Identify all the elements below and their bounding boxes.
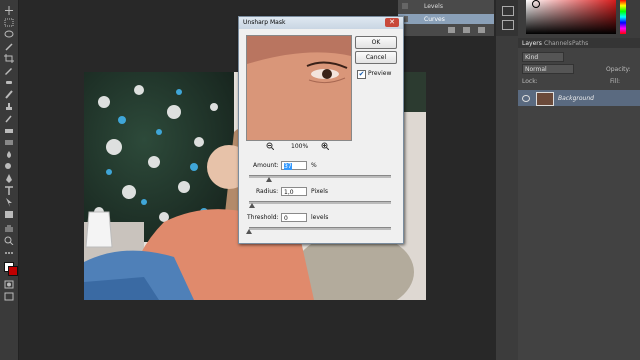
radius-label: Radius: <box>256 188 279 195</box>
threshold-unit: levels <box>311 214 329 221</box>
tab-paths[interactable]: Paths <box>572 40 588 47</box>
history-item-selected[interactable]: Curves <box>398 14 494 24</box>
dodge-tool-icon[interactable] <box>4 162 14 171</box>
blend-mode-dropdown[interactable]: Normal <box>522 64 574 74</box>
history-brush-tool-icon[interactable] <box>4 114 14 123</box>
unsharp-mask-dialog: Unsharp Mask ✕ OK Cancel ✔ Preview 100% … <box>238 16 404 244</box>
shape-tool-icon[interactable] <box>4 210 14 219</box>
hand-tool-icon[interactable] <box>4 224 14 233</box>
amount-unit: % <box>311 162 317 169</box>
brush-tool-icon[interactable] <box>4 90 14 99</box>
filter-kind-dropdown[interactable]: Kind <box>522 52 564 62</box>
marquee-tool-icon[interactable] <box>4 18 14 27</box>
eraser-tool-icon[interactable] <box>4 126 14 135</box>
history-item-label: Curves <box>424 16 445 23</box>
tab-layers[interactable]: Layers <box>522 40 542 47</box>
threshold-label: Threshold: <box>247 214 279 221</box>
eyedropper-tool-icon[interactable] <box>4 66 14 75</box>
radius-value: 1,0 <box>284 189 294 196</box>
history-item-label: Levels <box>424 3 443 10</box>
background-color-swatch[interactable] <box>8 266 18 276</box>
opacity-label: Opacity: <box>606 66 631 73</box>
gradient-tool-icon[interactable] <box>4 138 14 147</box>
clone-stamp-tool-icon[interactable] <box>4 102 14 111</box>
visibility-eye-icon[interactable] <box>522 95 530 102</box>
layers-panel-tabbar: Layers Channels Paths <box>518 38 640 48</box>
radius-slider-track[interactable] <box>249 201 391 204</box>
preview-checkbox[interactable]: ✔ <box>357 70 366 79</box>
layer-thumbnail <box>536 92 554 106</box>
type-tool-icon[interactable] <box>4 186 14 195</box>
ok-button[interactable]: OK <box>355 36 397 49</box>
new-document-from-state-icon[interactable] <box>448 27 455 33</box>
radius-slider-thumb[interactable] <box>248 203 255 208</box>
color-panel-icon[interactable] <box>502 6 514 16</box>
zoom-tool-icon[interactable] <box>4 236 14 245</box>
layer-name: Background <box>558 95 594 102</box>
move-tool-icon[interactable] <box>4 6 14 15</box>
blur-tool-icon[interactable] <box>4 150 14 159</box>
close-icon[interactable]: ✕ <box>385 18 399 27</box>
dialog-titlebar[interactable]: Unsharp Mask ✕ <box>239 17 403 29</box>
zoom-level: 100% <box>291 143 309 150</box>
threshold-slider-track[interactable] <box>249 227 391 230</box>
radius-field[interactable]: 1,0 <box>281 187 307 196</box>
quick-mask-icon[interactable] <box>4 280 14 289</box>
preview-label: Preview <box>368 70 392 77</box>
layer-row-background[interactable]: Background <box>518 90 640 106</box>
color-picker-cursor[interactable] <box>532 0 540 8</box>
history-item[interactable]: Levels <box>398 2 494 11</box>
camera-snapshot-icon[interactable] <box>463 27 470 33</box>
path-selection-tool-icon[interactable] <box>4 198 14 207</box>
more-tools-icon[interactable] <box>4 248 14 257</box>
screen-mode-icon[interactable] <box>4 292 14 301</box>
pen-tool-icon[interactable] <box>4 174 14 183</box>
amount-field[interactable]: 37 <box>281 161 307 170</box>
blend-mode-value: Normal <box>525 66 547 73</box>
layers-panel: Layers Channels Paths Kind Normal Opacit… <box>518 38 640 360</box>
lock-label: Lock: <box>522 78 538 85</box>
healing-brush-tool-icon[interactable] <box>4 78 14 87</box>
tab-channels[interactable]: Channels <box>544 40 572 47</box>
threshold-field[interactable]: 0 <box>281 213 307 222</box>
amount-slider-thumb[interactable] <box>265 177 272 182</box>
hue-slider[interactable] <box>620 0 626 34</box>
threshold-slider-thumb[interactable] <box>246 229 252 234</box>
zoom-in-icon[interactable] <box>321 142 330 151</box>
fill-label: Fill: <box>610 78 621 85</box>
filter-kind-label: Kind <box>525 54 539 61</box>
zoom-out-icon[interactable] <box>266 142 275 151</box>
dialog-title: Unsharp Mask <box>243 19 286 26</box>
trash-icon[interactable] <box>478 27 485 33</box>
threshold-value: 0 <box>284 215 288 222</box>
crop-tool-icon[interactable] <box>4 54 14 63</box>
panel-icon-strip <box>496 0 518 36</box>
tools-panel <box>0 0 19 360</box>
lasso-tool-icon[interactable] <box>4 30 14 39</box>
history-panel: Levels Curves <box>398 0 494 36</box>
adjustment-icon <box>402 3 408 9</box>
right-panel-dock: Layers Channels Paths Kind Normal Opacit… <box>496 0 640 360</box>
cancel-button[interactable]: Cancel <box>355 51 397 64</box>
quick-select-tool-icon[interactable] <box>4 42 14 51</box>
amount-label: Amount: <box>253 162 279 169</box>
preview-thumbnail[interactable] <box>246 35 352 141</box>
swatches-panel-icon[interactable] <box>502 20 514 30</box>
amount-value: 37 <box>284 163 292 170</box>
radius-unit: Pixels <box>311 188 329 195</box>
